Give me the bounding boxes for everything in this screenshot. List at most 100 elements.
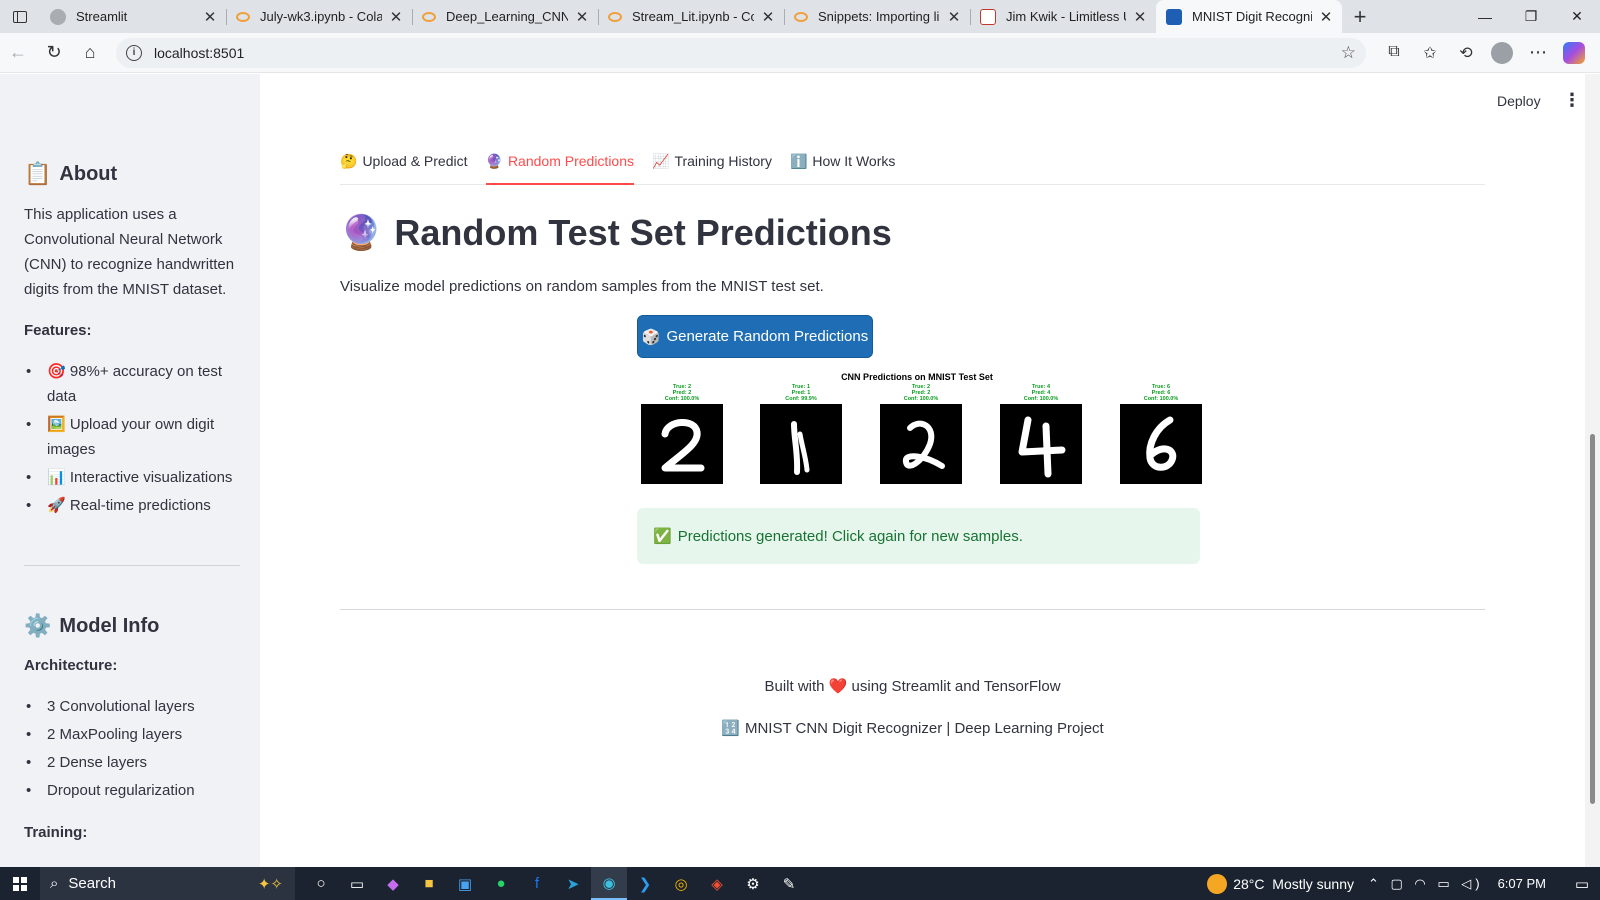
weather-sun-icon [1207, 873, 1228, 894]
tab-random-predictions[interactable]: 🔮 Random Predictions [485, 149, 634, 185]
restore-icon[interactable]: ❐ [1508, 0, 1554, 33]
history-icon[interactable]: ⟲ [1448, 43, 1484, 63]
vscode-icon[interactable]: ❯ [627, 867, 663, 900]
main-menu-icon[interactable]: ⋮ [1563, 90, 1581, 111]
favorites-icon[interactable]: ✩ [1412, 43, 1448, 63]
sidebar: 📋 About This application uses a Convolut… [0, 74, 260, 867]
gear-icon: ⚙️ [24, 613, 52, 638]
settings-icon[interactable]: ⚙ [735, 867, 771, 900]
streamlit-icon [50, 8, 66, 25]
thinking-face-icon: 🤔 [340, 153, 358, 169]
paint-icon[interactable]: ✎ [771, 867, 807, 900]
browser-tab[interactable]: Stream_Lit.ipynb - Colab ✕ [598, 0, 784, 33]
address-bar: ← ↻ ⌂ i localhost:8501 ☆ ⧉ ✩ ⟲ ⋯ [0, 33, 1600, 73]
facebook-icon[interactable]: f [519, 867, 555, 900]
sparkle-icon: ✦✧ [257, 875, 283, 893]
feature-text: 98%+ accuracy on test data [47, 363, 223, 405]
success-alert: ✅ Predictions generated! Click again for… [637, 508, 1200, 564]
close-icon[interactable]: ✕ [202, 8, 218, 26]
whatsapp-icon[interactable]: ● [483, 867, 519, 900]
file-explorer-icon[interactable]: ■ [411, 867, 447, 900]
feature-text: Real-time predictions [69, 497, 211, 514]
prediction-panel: True: 4 Pred: 4 Conf: 100.0% [1000, 384, 1082, 484]
close-icon[interactable]: ✕ [1132, 8, 1148, 26]
store-icon[interactable]: ▣ [447, 867, 483, 900]
dice-icon: 🎲 [641, 328, 661, 346]
close-icon[interactable]: ✕ [574, 8, 590, 26]
url-input[interactable]: i localhost:8501 ☆ [116, 37, 1366, 68]
new-tab-button[interactable]: + [1342, 4, 1378, 30]
digit-four-drawing [1018, 416, 1066, 478]
copilot-icon[interactable] [1563, 41, 1585, 64]
browser-tab[interactable]: July-wk3.ipynb - Colab ✕ [226, 0, 412, 33]
search-icon: ⌕ [50, 875, 59, 892]
task-view-icon[interactable]: ▭ [339, 867, 375, 900]
reload-icon[interactable]: ↻ [36, 35, 72, 71]
colab-icon [422, 11, 436, 22]
scrollbar-thumb[interactable] [1590, 434, 1595, 804]
cortana-icon[interactable]: ○ [303, 867, 339, 900]
close-icon[interactable]: ✕ [760, 8, 776, 26]
home-icon[interactable]: ⌂ [72, 35, 108, 71]
page-subtitle: Visualize model predictions on random sa… [340, 278, 824, 295]
more-options-icon[interactable]: ⋯ [1520, 35, 1556, 71]
tab-training-history[interactable]: 📈 Training History [652, 149, 772, 185]
tab-how-it-works[interactable]: ℹ️ How It Works [790, 149, 895, 185]
tab-upload-predict[interactable]: 🤔 Upload & Predict [340, 149, 468, 185]
browser-tab[interactable]: Deep_Learning_CNN_Mo ✕ [412, 0, 598, 33]
windows-start-icon[interactable] [0, 876, 40, 891]
generate-predictions-button[interactable]: 🎲 Generate Random Predictions [637, 315, 873, 358]
profile-avatar[interactable] [1491, 41, 1513, 64]
colab-icon [794, 11, 808, 22]
tray-icons[interactable]: ⌃ ▢ ◠ ▭ ◁) [1368, 876, 1484, 892]
edge-icon[interactable]: ◉ [591, 867, 627, 900]
footer-text: using Streamlit and TensorFlow [851, 678, 1061, 695]
list-item: 🚀 Real-time predictions [24, 493, 239, 518]
clipboard-icon: 📋 [24, 161, 52, 186]
browser-tab[interactable]: Streamlit ✕ [40, 0, 226, 33]
digit-six-drawing [1146, 416, 1177, 471]
list-item: 2 Dense layers [24, 750, 239, 775]
close-icon[interactable]: ✕ [388, 8, 404, 26]
back-icon[interactable]: ← [0, 35, 36, 71]
site-info-icon[interactable]: i [126, 44, 142, 61]
info-icon: ℹ️ [789, 153, 808, 169]
digit-two-drawing [903, 420, 945, 469]
app-tabs: 🤔 Upload & Predict 🔮 Random Predictions … [340, 149, 1485, 185]
browser-tab-active[interactable]: MNIST Digit Recognizer ✕ [1156, 0, 1342, 33]
tab-actions-icon[interactable] [0, 0, 40, 33]
numbers-icon: 🔢 [721, 720, 740, 737]
scrollbar[interactable] [1585, 74, 1600, 867]
close-icon[interactable]: ✕ [1318, 8, 1334, 26]
close-icon[interactable]: ✕ [946, 8, 962, 26]
training-title: Training: [24, 824, 88, 841]
copilot-app-icon[interactable]: ◆ [375, 867, 411, 900]
git-icon[interactable]: ◈ [699, 867, 735, 900]
list-item: 3 Convolutional layers [24, 694, 239, 719]
extensions-icon[interactable]: ⧉ [1376, 43, 1412, 63]
notifications-icon[interactable]: ▭ [1564, 875, 1600, 893]
browser-tab-title: Deep_Learning_CNN_Mo [446, 9, 568, 24]
telegram-icon[interactable]: ➤ [555, 867, 591, 900]
chrome-icon[interactable]: ◎ [663, 867, 699, 900]
weather-widget[interactable]: 28°C Mostly sunny [1207, 873, 1354, 894]
heart-icon: ❤️ [828, 678, 848, 695]
taskbar-search[interactable]: ⌕ Search ✦✧ [40, 867, 295, 900]
prediction-panel: True: 2 Pred: 2 Conf: 100.0% [641, 384, 723, 484]
favorite-star-icon[interactable]: ☆ [1341, 43, 1356, 63]
deploy-button[interactable]: Deploy [1497, 93, 1541, 109]
close-window-icon[interactable]: ✕ [1554, 0, 1600, 33]
browser-tab-title: Stream_Lit.ipynb - Colab [632, 9, 754, 24]
clock[interactable]: 6:07 PM [1498, 876, 1546, 891]
browser-tab[interactable]: Snippets: Importing libra ✕ [784, 0, 970, 33]
architecture-list: 3 Convolutional layers 2 MaxPooling laye… [24, 694, 239, 803]
list-item: Dropout regularization [24, 778, 239, 803]
about-text: This application uses a Convolutional Ne… [24, 206, 235, 298]
crystal-ball-icon: 🔮 [485, 153, 503, 169]
browser-tab[interactable]: Jim Kwik - Limitless Upg ✕ [970, 0, 1156, 33]
minimize-icon[interactable]: — [1462, 0, 1508, 33]
colab-icon [608, 11, 622, 22]
browser-tab-title: Streamlit [76, 9, 128, 24]
sidebar-about-heading: 📋 About [24, 161, 117, 187]
predictions-figure: CNN Predictions on MNIST Test Set True: … [637, 372, 1202, 494]
